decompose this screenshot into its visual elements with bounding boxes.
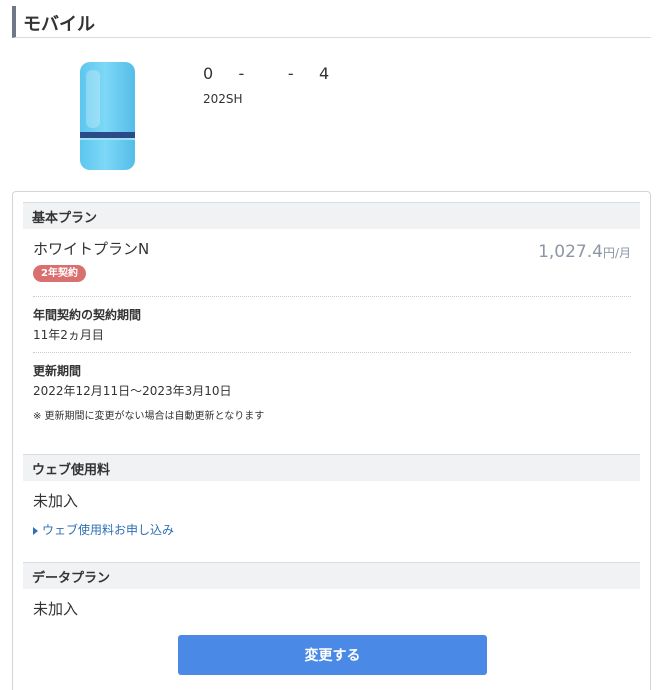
renewal-period-value: 2022年12月11日～2023年3月10日 bbox=[33, 384, 232, 398]
data-plan-header: データプラン bbox=[23, 562, 640, 589]
device-model: 202SH bbox=[203, 92, 243, 106]
plan-card: 基本プラン ホワイトプランN 1,027.4円/月 2年契約 年間契約の契約期間… bbox=[12, 191, 651, 690]
plan-price-unit: 円/月 bbox=[602, 246, 631, 260]
data-plan-header-label: データプラン bbox=[32, 571, 111, 586]
web-fee-status: 未加入 bbox=[33, 492, 79, 510]
renewal-note: ※ 更新期間に変更がない場合は自動更新となります bbox=[33, 411, 265, 422]
change-button[interactable]: 変更する bbox=[178, 635, 487, 675]
renewal-period-label: 更新期間 bbox=[33, 364, 82, 378]
web-fee-header: ウェブ使用料 bbox=[23, 454, 640, 481]
contract-badge: 2年契約 bbox=[33, 265, 86, 282]
phone-number: 0 - - 4 bbox=[203, 64, 331, 83]
plan-price-value: 1,027.4 bbox=[538, 242, 603, 262]
section-title: モバイル bbox=[23, 14, 95, 35]
web-fee-apply-link[interactable]: ウェブ使用料お申し込み bbox=[33, 521, 174, 538]
plan-price: 1,027.4円/月 bbox=[538, 242, 631, 262]
data-plan-status: 未加入 bbox=[33, 600, 79, 618]
divider bbox=[33, 296, 631, 297]
contract-period-value: 11年2ヵ月目 bbox=[33, 328, 104, 342]
basic-plan-header-label: 基本プラン bbox=[32, 211, 98, 226]
device-summary: 0 - - 4 202SH bbox=[0, 40, 664, 180]
plan-name: ホワイトプランN bbox=[33, 240, 150, 258]
caret-right-icon bbox=[33, 526, 38, 535]
divider bbox=[33, 352, 631, 353]
web-fee-apply-label: ウェブ使用料お申し込み bbox=[42, 523, 175, 537]
web-fee-header-label: ウェブ使用料 bbox=[32, 463, 111, 478]
section-header: モバイル bbox=[12, 6, 651, 38]
basic-plan-header: 基本プラン bbox=[23, 202, 640, 229]
contract-period-label: 年間契約の契約期間 bbox=[33, 308, 142, 322]
phone-image bbox=[80, 62, 135, 170]
